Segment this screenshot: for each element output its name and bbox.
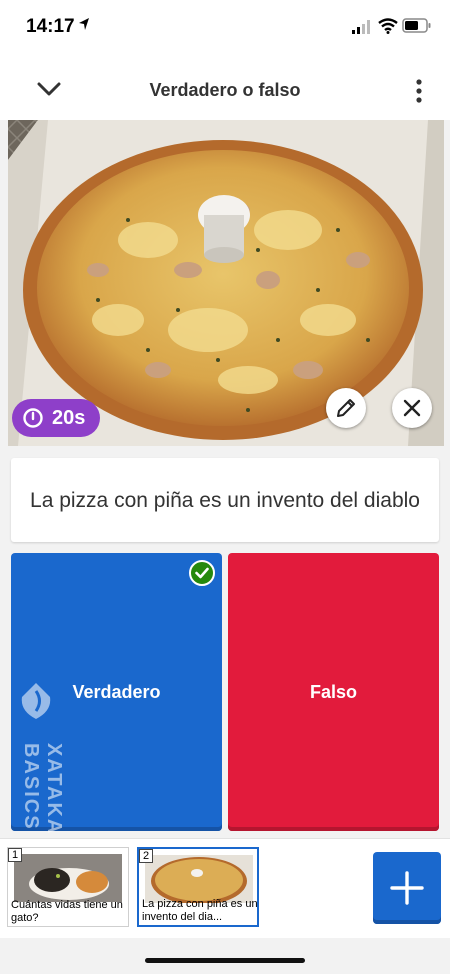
time-limit-badge[interactable]: 20s [12,399,100,437]
add-slide-button[interactable] [373,852,441,924]
remove-image-button[interactable] [392,388,432,428]
pencil-icon [337,399,355,417]
plus-icon [390,871,424,905]
answer-true-label: Verdadero [72,681,161,702]
battery-icon [402,18,431,33]
editor-header: Verdadero o falso [0,56,450,120]
status-time: 14:17 [26,16,75,37]
question-image[interactable]: 20s [8,120,444,446]
slide-image [14,854,122,902]
wifi-icon [378,18,398,34]
slide-image [145,855,253,903]
timer-icon [23,408,43,428]
location-arrow-icon [79,18,89,30]
question-text-field[interactable]: La pizza con piña es un invento del diab… [11,458,439,542]
watermark-logo-icon [21,683,51,719]
edit-image-button[interactable] [326,388,366,428]
close-icon [403,399,421,417]
slide-tray: 1 Cuántas vidas tiene un gato? 2 La pizz… [0,838,450,938]
time-limit-label: 20s [52,406,86,429]
slide-title: Cuántas vidas tiene un gato? [11,899,123,924]
check-icon[interactable] [189,560,215,586]
status-bar: 14:17 [0,0,450,56]
watermark-text: XATAKA BASICS [20,743,65,835]
slide-number: 1 [8,848,22,862]
pizza-photo [8,120,444,446]
home-indicator[interactable] [145,958,305,963]
page-title: Verdadero o falso [149,80,301,100]
answer-false-label: Falso [309,681,357,702]
more-vertical-icon [416,79,422,103]
answer-true-button[interactable]: XATAKA BASICS Verdadero [11,553,222,835]
slide-thumbnail-2[interactable]: 2 La pizza con piña es un invento del di… [137,847,259,927]
slide-title: La pizza con piña es un invento del dia.… [142,898,258,923]
answer-false-button[interactable]: Falso [228,553,439,831]
more-options-button[interactable] [404,76,434,106]
signal-icon [352,20,370,34]
slide-thumbnail-1[interactable]: 1 Cuántas vidas tiene un gato? [7,847,129,927]
slide-number: 2 [139,849,153,863]
